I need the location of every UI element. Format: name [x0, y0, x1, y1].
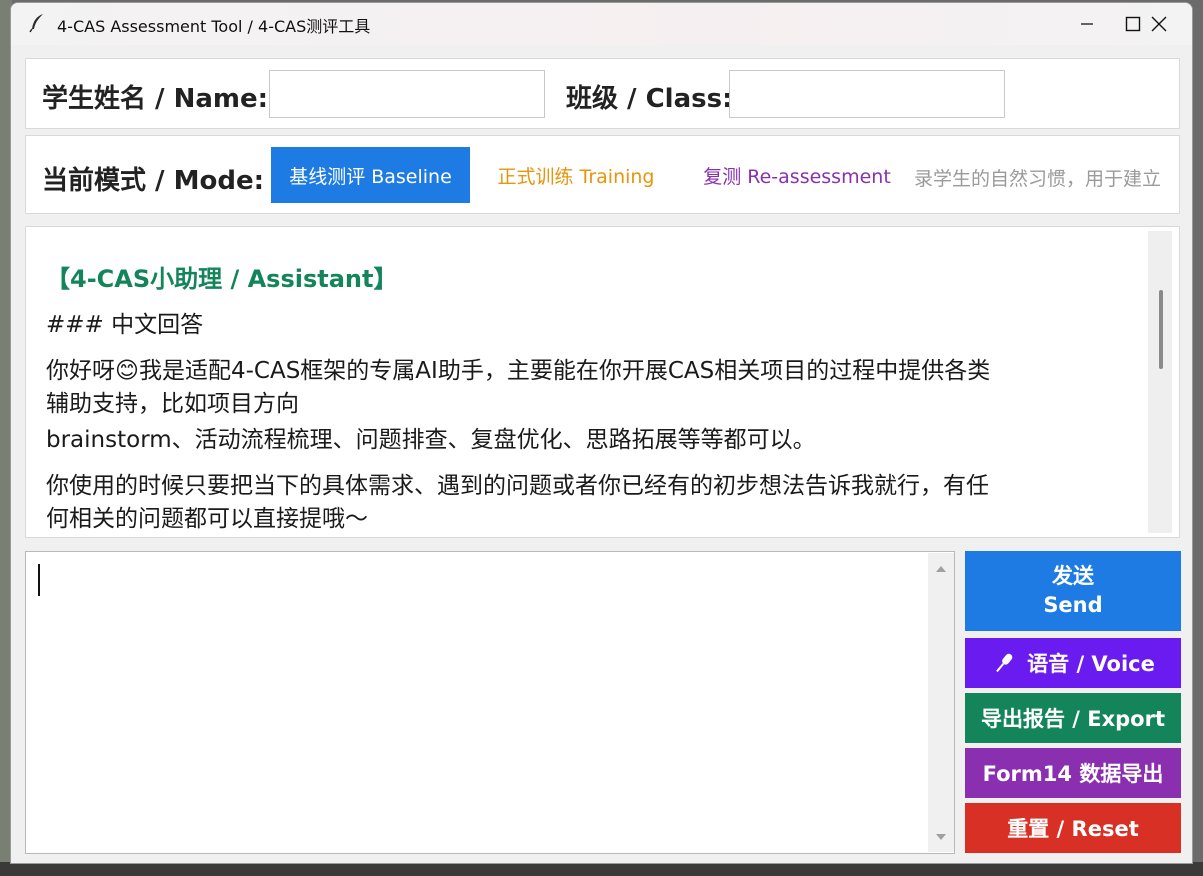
assistant-tag: 【4-CAS小助理 / Assistant】 — [46, 265, 398, 293]
chat-line: 辅助支持，比如项目方向 — [46, 391, 299, 417]
send-button[interactable]: 发送 Send — [965, 551, 1181, 631]
window-title: 4-CAS Assessment Tool / 4-CAS测评工具 — [57, 17, 371, 36]
chat-display[interactable]: 【4-CAS小助理 / Assistant】 ### 中文回答 你好呀😊我是适配… — [25, 226, 1180, 538]
feather-icon — [27, 12, 49, 34]
export-button[interactable]: 导出报告 / Export — [965, 693, 1181, 743]
close-icon — [1151, 16, 1167, 32]
mode-label: 当前模式 / Mode: — [42, 166, 264, 196]
message-input[interactable] — [25, 551, 955, 854]
student-info-panel: 学生姓名 / Name: 班级 / Class: — [25, 58, 1180, 129]
voice-button[interactable]: 语音 / Voice — [965, 638, 1181, 688]
close-button[interactable] — [1136, 3, 1182, 45]
mode-training-button[interactable]: 正式训练 Training — [486, 147, 666, 203]
chat-line: ### 中文回答 — [46, 312, 204, 338]
chat-scrollbar-thumb[interactable] — [1159, 290, 1163, 369]
chat-line: brainstorm、活动流程梳理、问题排查、复盘优化、思路拓展等等都可以。 — [46, 427, 816, 453]
class-input[interactable] — [729, 70, 1005, 118]
chat-line: 何相关的问题都可以直接提哦～ — [46, 506, 368, 532]
chat-scrollbar[interactable] — [1148, 231, 1172, 533]
scroll-arrows-icon — [936, 566, 946, 840]
name-input[interactable] — [269, 70, 545, 118]
reset-button[interactable]: 重置 / Reset — [965, 803, 1181, 853]
minimize-button[interactable] — [1064, 3, 1110, 45]
microphone-icon — [991, 650, 1017, 676]
mode-panel: 当前模式 / Mode: 基线测评 Baseline 正式训练 Training… — [25, 135, 1180, 214]
chat-line: 你使用的时候只要把当下的具体需求、遇到的问题或者你已经有的初步想法告诉我就行，有… — [46, 473, 989, 499]
mode-hint-text: 录学生的自然习惯，用于建立 — [914, 168, 1162, 190]
input-scrollbar[interactable] — [928, 553, 954, 852]
mode-baseline-button[interactable]: 基线测评 Baseline — [271, 147, 470, 203]
class-label: 班级 / Class: — [566, 84, 733, 114]
taskbar-edge — [0, 862, 1203, 876]
text-caret — [38, 564, 40, 596]
name-label: 学生姓名 / Name: — [42, 84, 269, 114]
title-bar: 4-CAS Assessment Tool / 4-CAS测评工具 — [11, 3, 1192, 45]
form14-export-button[interactable]: Form14 数据导出 — [965, 748, 1181, 798]
chat-line: 你好呀😊我是适配4-CAS框架的专属AI助手，主要能在你开展CAS相关项目的过程… — [46, 358, 991, 384]
app-window: 4-CAS Assessment Tool / 4-CAS测评工具 学生姓名 /… — [10, 2, 1193, 864]
mode-reassessment-button[interactable]: 复测 Re-assessment — [698, 147, 896, 203]
minimize-icon — [1081, 23, 1093, 25]
